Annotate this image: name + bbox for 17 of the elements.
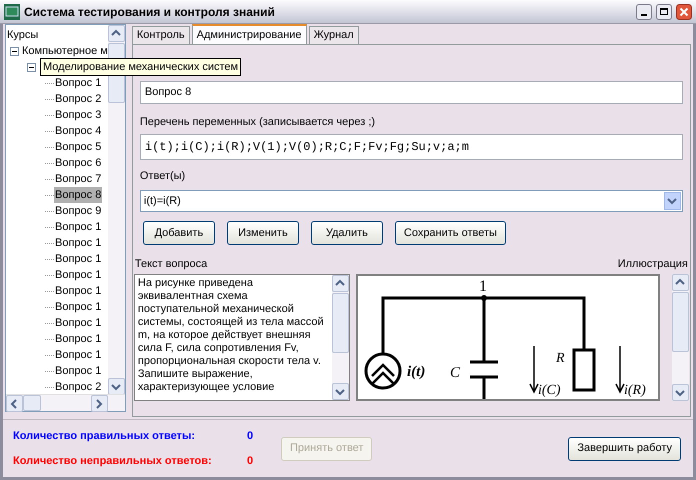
current-label: i(C) bbox=[538, 383, 560, 398]
section-label: Текст вопроса bbox=[134, 257, 208, 272]
resistor-label: R bbox=[556, 351, 564, 366]
stat-value: 0 bbox=[247, 454, 254, 469]
tree-header: Курсы bbox=[7, 28, 40, 43]
section-label: Иллюстрация bbox=[618, 257, 688, 272]
capacitor-label: C bbox=[450, 365, 460, 381]
current-label: i(R) bbox=[624, 383, 646, 398]
stat-value: 0 bbox=[247, 428, 254, 444]
node-label: 1 bbox=[478, 278, 487, 295]
stat-label: Количество правильных ответы: bbox=[13, 428, 196, 444]
question-text: На рисунке приведена эквивалентная схема поступательной механической системы, состоящей из тела массой m, на которое действует внешняя сила F, сила сопротивления Fv, пропорциональная скорости тела v. Запишите выражение, характеризующее условие bbox=[136, 276, 325, 395]
field-label: Перечень переменных (записывается через ;) bbox=[140, 115, 376, 130]
source-label: i(t) bbox=[406, 364, 426, 380]
window-title: Система тестирования и контроля знаний bbox=[24, 4, 275, 20]
field-label: Ответ(ы) bbox=[140, 169, 186, 184]
stat-label: Количество неправильных ответов: bbox=[13, 454, 213, 469]
